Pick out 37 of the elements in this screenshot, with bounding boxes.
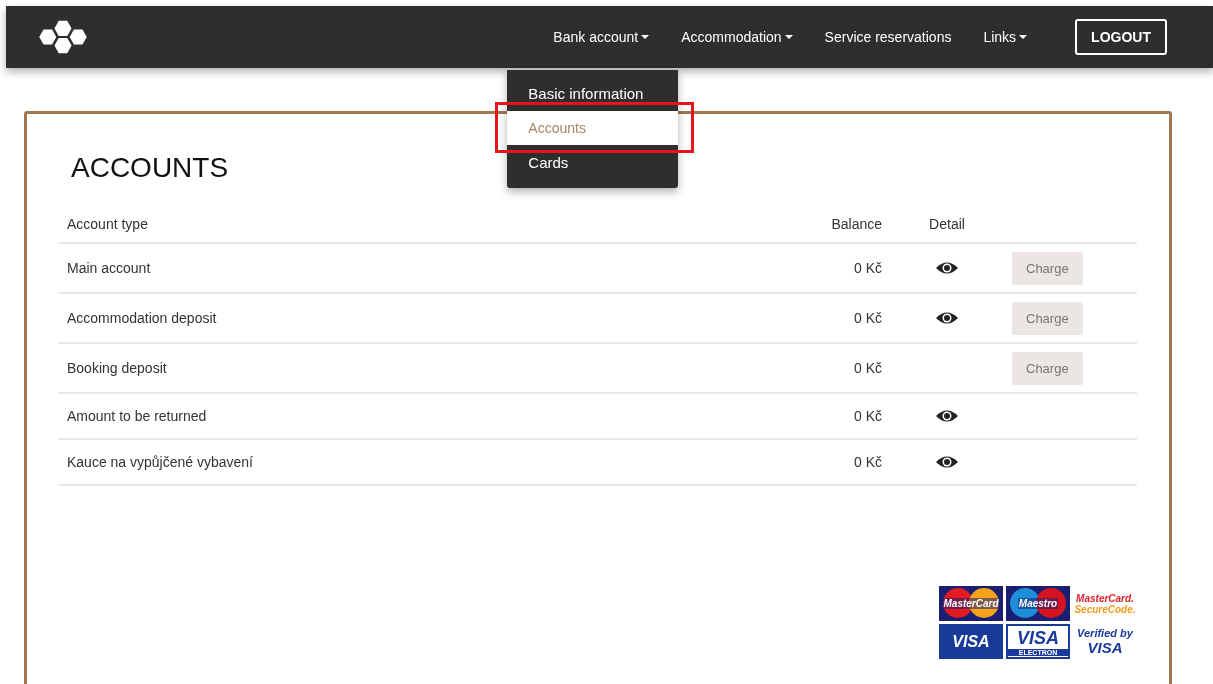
eye-icon[interactable] [935,454,959,470]
menu-item[interactable]: Accounts [507,111,679,145]
payment-logo: MasterCard [939,586,1003,621]
menu-item[interactable]: Basic information [507,76,679,111]
charge-button[interactable]: Charge [1012,251,1083,285]
nav-link[interactable]: Links [967,29,1044,45]
caret-icon [784,35,793,39]
column-header: Detail [928,216,966,232]
column-header: Account type [66,216,149,232]
account-type-cell-text: Accommodation deposit [66,310,218,326]
eye-icon[interactable] [935,310,959,326]
menu-item[interactable]: Cards [507,145,679,180]
charge-button[interactable]: Charge [1012,301,1083,335]
nav-link[interactable]: Service reservations [808,29,968,45]
balance-cell-text: 0 Kč [853,454,882,470]
account-type-cell-text: Main account [66,260,152,276]
eye-icon[interactable] [935,260,959,276]
balance-cell-text: 0 Kč [853,360,882,376]
caret-icon [1019,35,1028,39]
charge-button[interactable]: Charge [1012,351,1083,385]
balance-cell-text: 0 Kč [853,408,882,424]
logout-button[interactable]: LOGOUT [1075,19,1167,55]
eye-icon[interactable] [935,408,959,424]
payment-logo: MasterCard. SecureCode. [1073,591,1137,617]
page-title: ACCOUNTS [71,152,229,184]
balance-cell-text: 0 Kč [853,260,882,276]
payment-logo: VISA [939,624,1003,659]
account-type-cell-text: Booking deposit [66,360,168,376]
nav-link[interactable]: Bank account [537,29,666,45]
account-type-cell-text: Kauce na vypůjčené vybavení [66,454,254,470]
nav-link[interactable]: Accommodation [665,29,809,45]
balance-cell-text: 0 Kč [853,310,882,326]
account-type-cell-text: Amount to be returned [66,408,208,424]
column-header: Balance [830,216,882,232]
payment-logo: Verified by VISA [1076,626,1134,658]
payment-logo: Maestro [1006,586,1070,621]
caret-icon [641,35,650,39]
